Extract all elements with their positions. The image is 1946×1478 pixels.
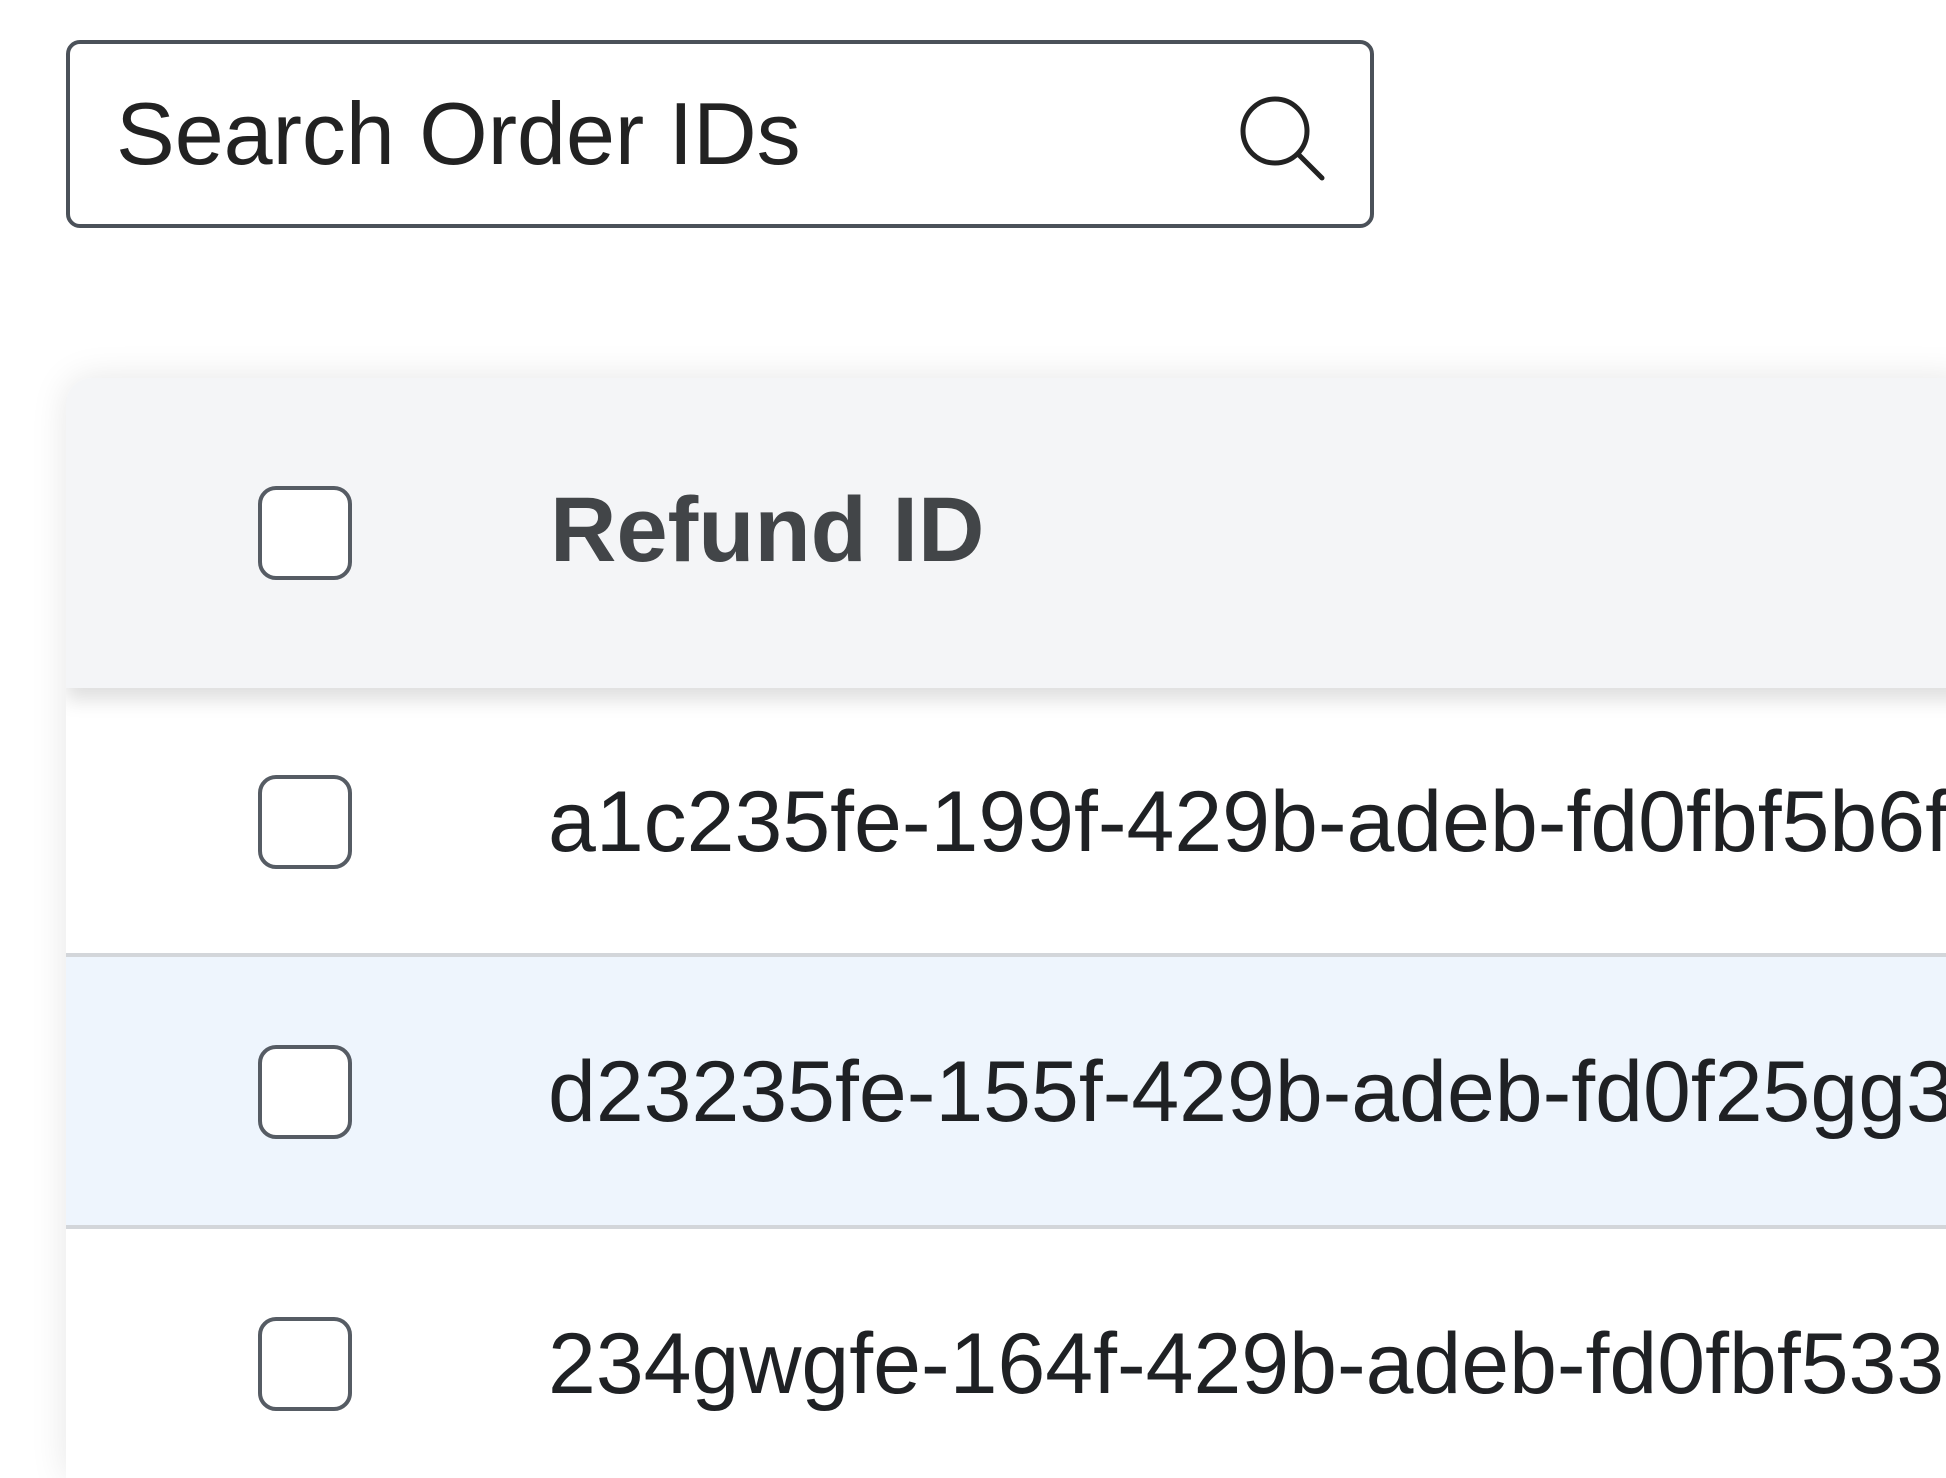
table-header: Refund ID [66,378,1946,688]
row-checkbox[interactable] [258,1317,352,1411]
refund-id-cell: d23235fe-155f-429b-adeb-fd0f25gg32w [548,1044,1946,1140]
refund-id-cell: a1c235fe-199f-429b-adeb-fd0fbf5b6f61 [548,774,1946,870]
column-header-refund-id: Refund ID [550,479,985,581]
refunds-table: Refund ID a1c235fe-199f-429b-adeb-fd0fbf… [66,378,1946,1478]
table-row[interactable]: a1c235fe-199f-429b-adeb-fd0fbf5b6f61 [66,688,1946,957]
search-input[interactable] [116,44,1216,224]
table-row[interactable]: 234gwgfe-164f-429b-adeb-fd0fbf533gd [66,1229,1946,1478]
search-box[interactable] [66,40,1374,228]
select-all-checkbox[interactable] [258,486,352,580]
row-checkbox[interactable] [258,775,352,869]
search-icon[interactable] [1235,91,1331,187]
table-row[interactable]: d23235fe-155f-429b-adeb-fd0f25gg32w [66,957,1946,1229]
row-checkbox[interactable] [258,1045,352,1139]
refund-id-cell: 234gwgfe-164f-429b-adeb-fd0fbf533gd [548,1316,1946,1412]
